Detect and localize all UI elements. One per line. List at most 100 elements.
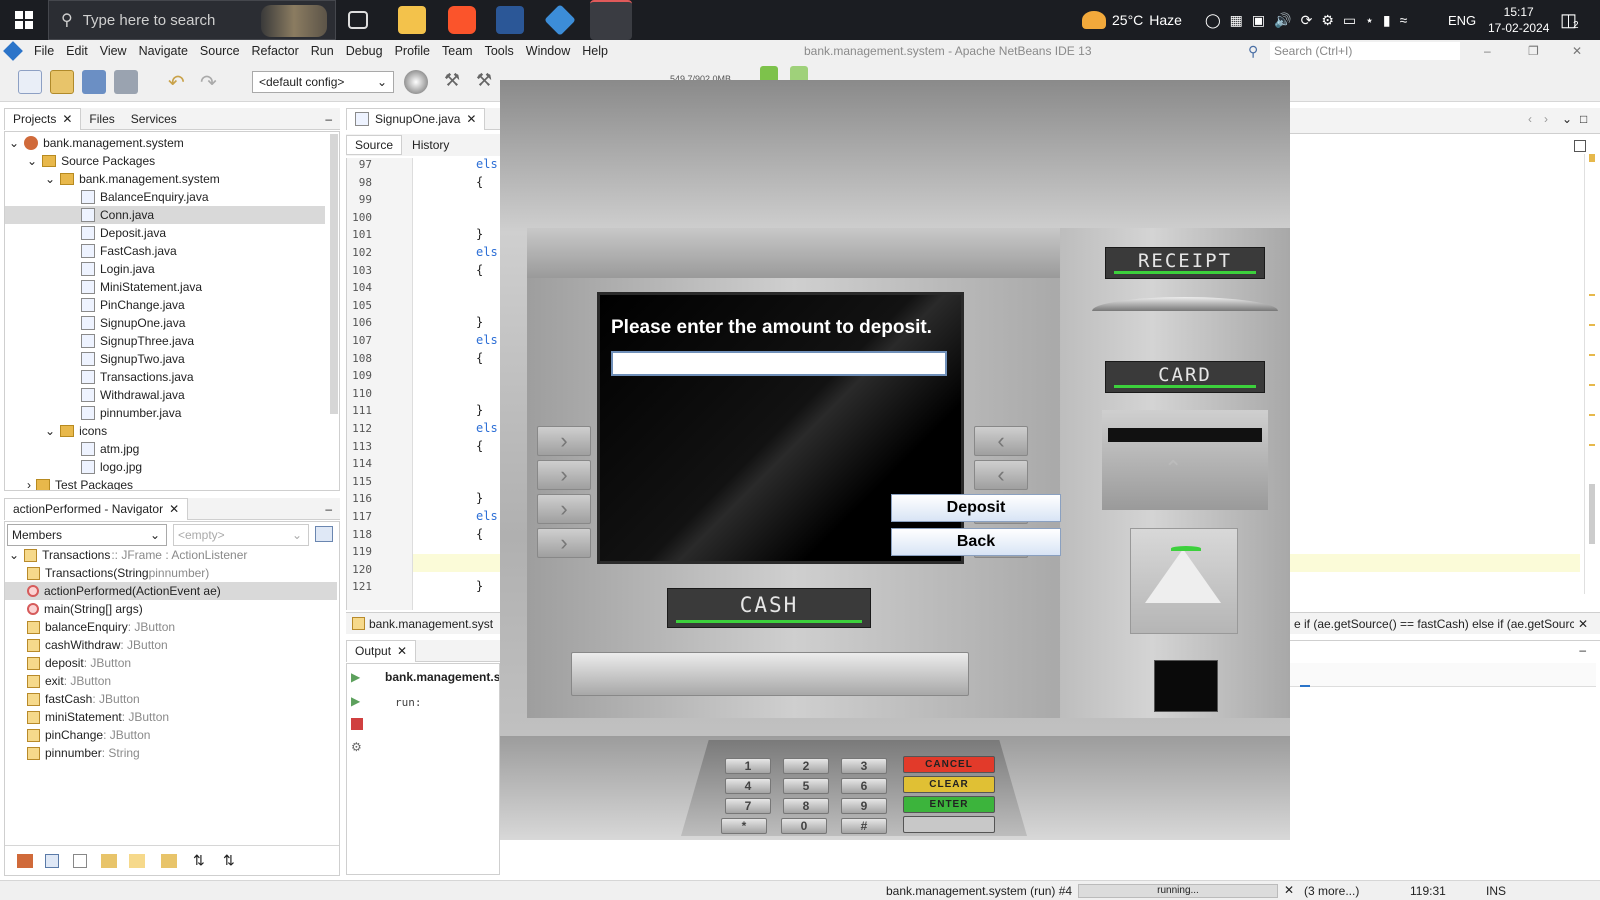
tree-test-packages[interactable]: › Test Packages <box>27 476 133 490</box>
tree-file[interactable]: SignupThree.java <box>81 332 194 350</box>
tab-source[interactable]: Source <box>346 135 403 155</box>
navigator-member[interactable]: deposit : JButton <box>27 654 131 672</box>
filter-icon[interactable] <box>129 854 145 868</box>
taskbar-search-box[interactable]: ⚲ Type here to search <box>48 0 336 40</box>
file-explorer-icon[interactable] <box>398 6 426 34</box>
tab-signupone[interactable]: SignupOne.java ✕ <box>346 107 486 130</box>
chevron-left-icon[interactable]: ‹ <box>1528 112 1532 126</box>
left-side-button-4[interactable]: › <box>537 528 591 558</box>
menu-edit[interactable]: Edit <box>60 44 94 58</box>
keypad-key[interactable]: 5 <box>783 778 829 794</box>
tree-file[interactable]: Transactions.java <box>81 368 194 386</box>
java-app-icon[interactable] <box>590 0 632 40</box>
settings-icon[interactable]: ⚙ <box>351 740 362 754</box>
filter-icon[interactable] <box>17 854 33 868</box>
navigator-member[interactable]: main(String[] args) <box>27 600 143 618</box>
expand-icon[interactable]: ⌄ <box>9 136 19 150</box>
sort-icon[interactable]: ⇅ <box>223 852 235 869</box>
menu-run[interactable]: Run <box>305 44 340 58</box>
keypad-key[interactable]: 6 <box>841 778 887 794</box>
right-side-button-1[interactable]: ‹ <box>974 426 1028 456</box>
menu-source[interactable]: Source <box>194 44 246 58</box>
notification-center-button[interactable]: ◫ 2 <box>1560 0 1579 40</box>
card-slot[interactable]: ⌃ <box>1102 410 1268 510</box>
expand-icon[interactable]: ⌄ <box>45 424 55 438</box>
task-view-icon[interactable] <box>348 11 368 29</box>
keypad-key[interactable]: 7 <box>725 798 771 814</box>
virtualbox-icon[interactable] <box>544 4 576 36</box>
open-project-icon[interactable] <box>82 70 106 94</box>
keypad-blank-key[interactable] <box>903 816 995 833</box>
minimize-panel-icon[interactable]: – <box>1579 643 1586 657</box>
close-button[interactable]: ✕ <box>1572 44 1582 58</box>
keypad-cancel-key[interactable]: CANCEL <box>903 756 995 773</box>
filter-icon[interactable] <box>161 854 177 868</box>
keypad-clear-key[interactable]: CLEAR <box>903 776 995 793</box>
cancel-task-icon[interactable]: ✕ <box>1284 883 1294 897</box>
navigator-member[interactable]: Transactions(String pinnumber) <box>27 564 209 582</box>
new-project-icon[interactable] <box>50 70 74 94</box>
tree-file[interactable]: BalanceEnquiry.java <box>81 188 209 206</box>
rerun-icon[interactable]: ▶ <box>351 694 360 708</box>
tree-file[interactable]: Conn.java <box>5 206 325 224</box>
filter-icon[interactable] <box>73 854 87 868</box>
rerun-icon[interactable]: ▶ <box>351 670 360 684</box>
filter-icon[interactable] <box>101 854 117 868</box>
breadcrumb-right-label[interactable]: e if (ae.getSource() == fastCash) else i… <box>1290 617 1574 631</box>
keypad-key[interactable]: * <box>721 818 767 834</box>
close-icon[interactable]: ✕ <box>62 112 72 126</box>
scrollbar[interactable] <box>1584 154 1598 594</box>
maximize-editor-icon[interactable]: □ <box>1580 112 1587 126</box>
navigator-member[interactable]: pinnumber : String <box>27 744 140 762</box>
tab-output[interactable]: Output ✕ <box>346 639 417 662</box>
redo-icon[interactable]: ↷ <box>200 70 224 94</box>
minimize-panel-icon[interactable]: – <box>325 112 332 126</box>
left-side-button-2[interactable]: › <box>537 460 591 490</box>
keypad-key[interactable]: 9 <box>841 798 887 814</box>
close-icon[interactable]: ✕ <box>169 502 179 516</box>
maximize-button[interactable]: ❐ <box>1528 44 1539 58</box>
tree-file[interactable]: pinnumber.java <box>81 404 181 422</box>
menu-tools[interactable]: Tools <box>479 44 520 58</box>
keypad-key[interactable]: 3 <box>841 758 887 774</box>
run-status[interactable]: bank.management.system (run) #4 <box>886 884 1072 898</box>
keypad-key[interactable]: 1 <box>725 758 771 774</box>
tree-icons-package[interactable]: ⌄ icons <box>45 422 107 440</box>
navigator-member[interactable]: balanceEnquiry : JButton <box>27 618 175 636</box>
chevron-right-icon[interactable]: › <box>1544 112 1548 126</box>
navigator-member[interactable]: pinChange : JButton <box>27 726 150 744</box>
weather-widget[interactable]: 25°C Haze <box>1082 0 1182 40</box>
bluetooth-icon[interactable]: ⋆ <box>1365 12 1374 29</box>
tab-navigator[interactable]: actionPerformed - Navigator ✕ <box>4 497 189 520</box>
navigator-member[interactable]: fastCash : JButton <box>27 690 140 708</box>
build-icon[interactable]: ⚒ <box>444 70 468 94</box>
tree-file[interactable]: Login.java <box>81 260 155 278</box>
expand-icon[interactable]: ⌄ <box>45 172 55 186</box>
tab-history[interactable]: History <box>402 136 459 154</box>
brave-browser-icon[interactable] <box>448 6 476 34</box>
new-file-icon[interactable] <box>18 70 42 94</box>
fingerprint-reader[interactable] <box>1130 528 1238 634</box>
config-select[interactable]: <default config> ⌄ <box>252 71 394 93</box>
target-icon[interactable] <box>404 70 428 94</box>
keypad-key[interactable]: 8 <box>783 798 829 814</box>
tree-file[interactable]: SignupTwo.java <box>81 350 185 368</box>
display-icon[interactable]: ▭ <box>1343 12 1356 29</box>
left-side-button-1[interactable]: › <box>537 426 591 456</box>
tab-files[interactable]: Files <box>81 108 122 130</box>
sort-icon[interactable]: ⇅ <box>193 852 205 869</box>
deposit-button[interactable]: Deposit <box>891 494 1061 522</box>
tree-project[interactable]: ⌄ bank.management.system <box>9 134 184 152</box>
keypad-key[interactable]: # <box>841 818 887 834</box>
battery-saver-icon[interactable]: ▦ <box>1230 12 1243 29</box>
chevron-down-icon[interactable]: ⌄ <box>1562 112 1572 126</box>
scrollbar[interactable] <box>330 134 338 414</box>
left-side-button-3[interactable]: › <box>537 494 591 524</box>
tab-projects[interactable]: Projects ✕ <box>4 107 82 130</box>
minimize-button[interactable]: – <box>1484 44 1491 58</box>
tree-file[interactable]: PinChange.java <box>81 296 185 314</box>
network-monitor-icon[interactable]: ▣ <box>1252 12 1265 29</box>
menu-navigate[interactable]: Navigate <box>133 44 194 58</box>
clean-build-icon[interactable]: ⚒ <box>476 70 500 94</box>
navigator-member[interactable]: miniStatement : JButton <box>27 708 169 726</box>
